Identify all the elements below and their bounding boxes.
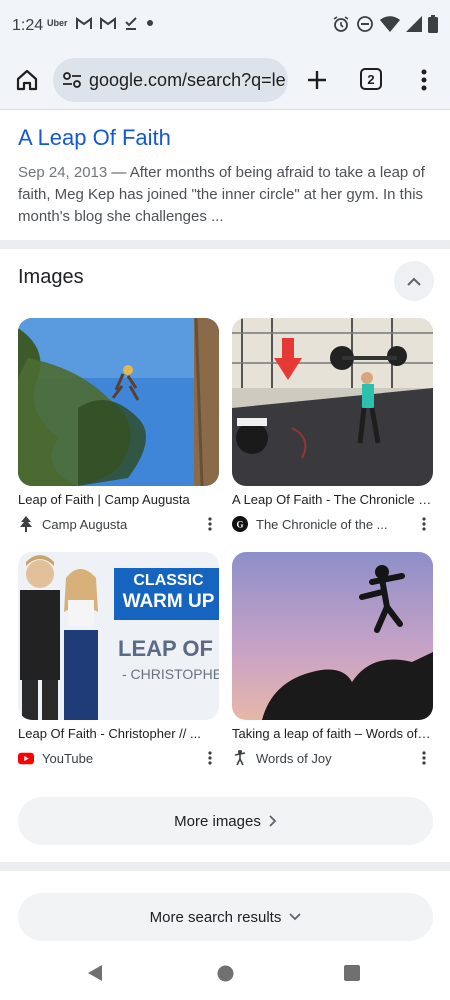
chevron-up-icon [407, 277, 421, 286]
more-vert-icon [421, 69, 427, 91]
svg-text:G: G [236, 520, 243, 530]
result-date: Sep 24, 2013 [18, 164, 108, 181]
tree-icon [18, 516, 34, 532]
status-time: 1:24 [12, 17, 44, 34]
download-done-icon [124, 17, 137, 30]
more-search-results-label: More search results [149, 908, 282, 926]
thumb-text-christopher: - CHRISTOPHER [122, 666, 219, 682]
images-section-title: Images [18, 266, 84, 288]
url-text[interactable]: google.com/search?q=le [89, 70, 286, 91]
result-title-link[interactable]: A Leap Of Faith [18, 122, 438, 154]
source-name: Camp Augusta [42, 516, 128, 532]
image-result-1[interactable]: Leap of Faith | Camp Augusta Camp August… [18, 318, 219, 533]
section-divider [0, 240, 450, 249]
signal-icon [406, 16, 422, 32]
image-source: G The Chronicle of the ... [232, 515, 433, 533]
alarm-icon [333, 16, 349, 32]
image-title[interactable]: A Leap Of Faith - The Chronicle of the .… [232, 492, 432, 507]
dnd-icon [357, 16, 373, 32]
new-tab-button[interactable] [303, 66, 331, 94]
more-vert-icon[interactable] [419, 749, 429, 767]
more-search-results-button[interactable]: More search results [18, 893, 433, 941]
more-vert-icon[interactable] [205, 749, 215, 767]
thumb-text-warm-up: WARM UP [122, 591, 215, 612]
youtube-icon [18, 750, 34, 766]
overflow-menu-button[interactable] [414, 66, 434, 94]
dancer-icon [232, 750, 248, 766]
tab-switcher-button[interactable]: 2 [360, 68, 382, 90]
notification-icons: Uber [47, 16, 154, 30]
address-bar[interactable]: google.com/search?q=le [53, 58, 288, 102]
source-name: YouTube [42, 750, 94, 766]
thumb-text-leap: LEAP OF FA [118, 636, 219, 661]
result-snippet: Sep 24, 2013 — After months of being afr… [18, 162, 438, 228]
home-icon [16, 69, 38, 91]
image-title[interactable]: Taking a leap of faith – Words of Joy [232, 726, 432, 741]
image-source: Words of Joy [232, 749, 433, 767]
uber-icon: Uber [47, 18, 68, 28]
thumb-text-classic: CLASSIC [133, 572, 204, 589]
image-thumbnail[interactable]: CLASSIC WARM UP LEAP OF FA - CHRISTOPHER [18, 552, 219, 720]
image-thumbnail[interactable] [232, 552, 433, 720]
recents-icon[interactable] [344, 965, 360, 981]
more-images-button[interactable]: More images [18, 797, 433, 845]
battery-icon [428, 15, 438, 33]
image-thumbnail[interactable] [18, 318, 219, 486]
dot-icon [146, 20, 153, 26]
home-button[interactable] [12, 65, 42, 95]
plus-icon [308, 71, 326, 89]
image-result-2[interactable]: A Leap Of Faith - The Chronicle of the .… [232, 318, 433, 533]
image-source: YouTube [18, 749, 219, 767]
wifi-icon [380, 16, 400, 32]
page-info-icon[interactable] [61, 69, 83, 91]
status-bar: 1:24 Uber [0, 0, 450, 54]
gmail-icon [75, 16, 92, 29]
more-vert-icon[interactable] [419, 515, 429, 533]
image-title[interactable]: Leap of Faith | Camp Augusta [18, 492, 218, 507]
image-title[interactable]: Leap Of Faith - Christopher // ... [18, 726, 218, 741]
search-result: A Leap Of Faith Sep 24, 2013 — After mon… [18, 122, 438, 228]
image-thumbnail[interactable] [232, 318, 433, 486]
image-source: Camp Augusta [18, 515, 219, 533]
source-name: Words of Joy [256, 750, 332, 766]
chevron-right-icon [269, 815, 277, 827]
image-result-3[interactable]: CLASSIC WARM UP LEAP OF FA - CHRISTOPHER… [18, 552, 219, 767]
gmail-icon [99, 16, 116, 29]
section-divider [0, 862, 450, 871]
system-navigation-bar [0, 950, 450, 1000]
system-icons [332, 15, 438, 33]
image-result-4[interactable]: Taking a leap of faith – Words of Joy Wo… [232, 552, 433, 767]
chevron-down-icon [289, 913, 301, 921]
collapse-button[interactable] [394, 261, 434, 301]
browser-toolbar: google.com/search?q=le 2 [0, 54, 450, 110]
chronicle-logo-icon: G [232, 516, 248, 532]
back-icon[interactable] [87, 964, 103, 982]
more-vert-icon[interactable] [205, 515, 215, 533]
source-name: The Chronicle of the ... [256, 516, 388, 532]
more-images-label: More images [174, 812, 261, 830]
home-circle-icon[interactable] [217, 965, 234, 982]
